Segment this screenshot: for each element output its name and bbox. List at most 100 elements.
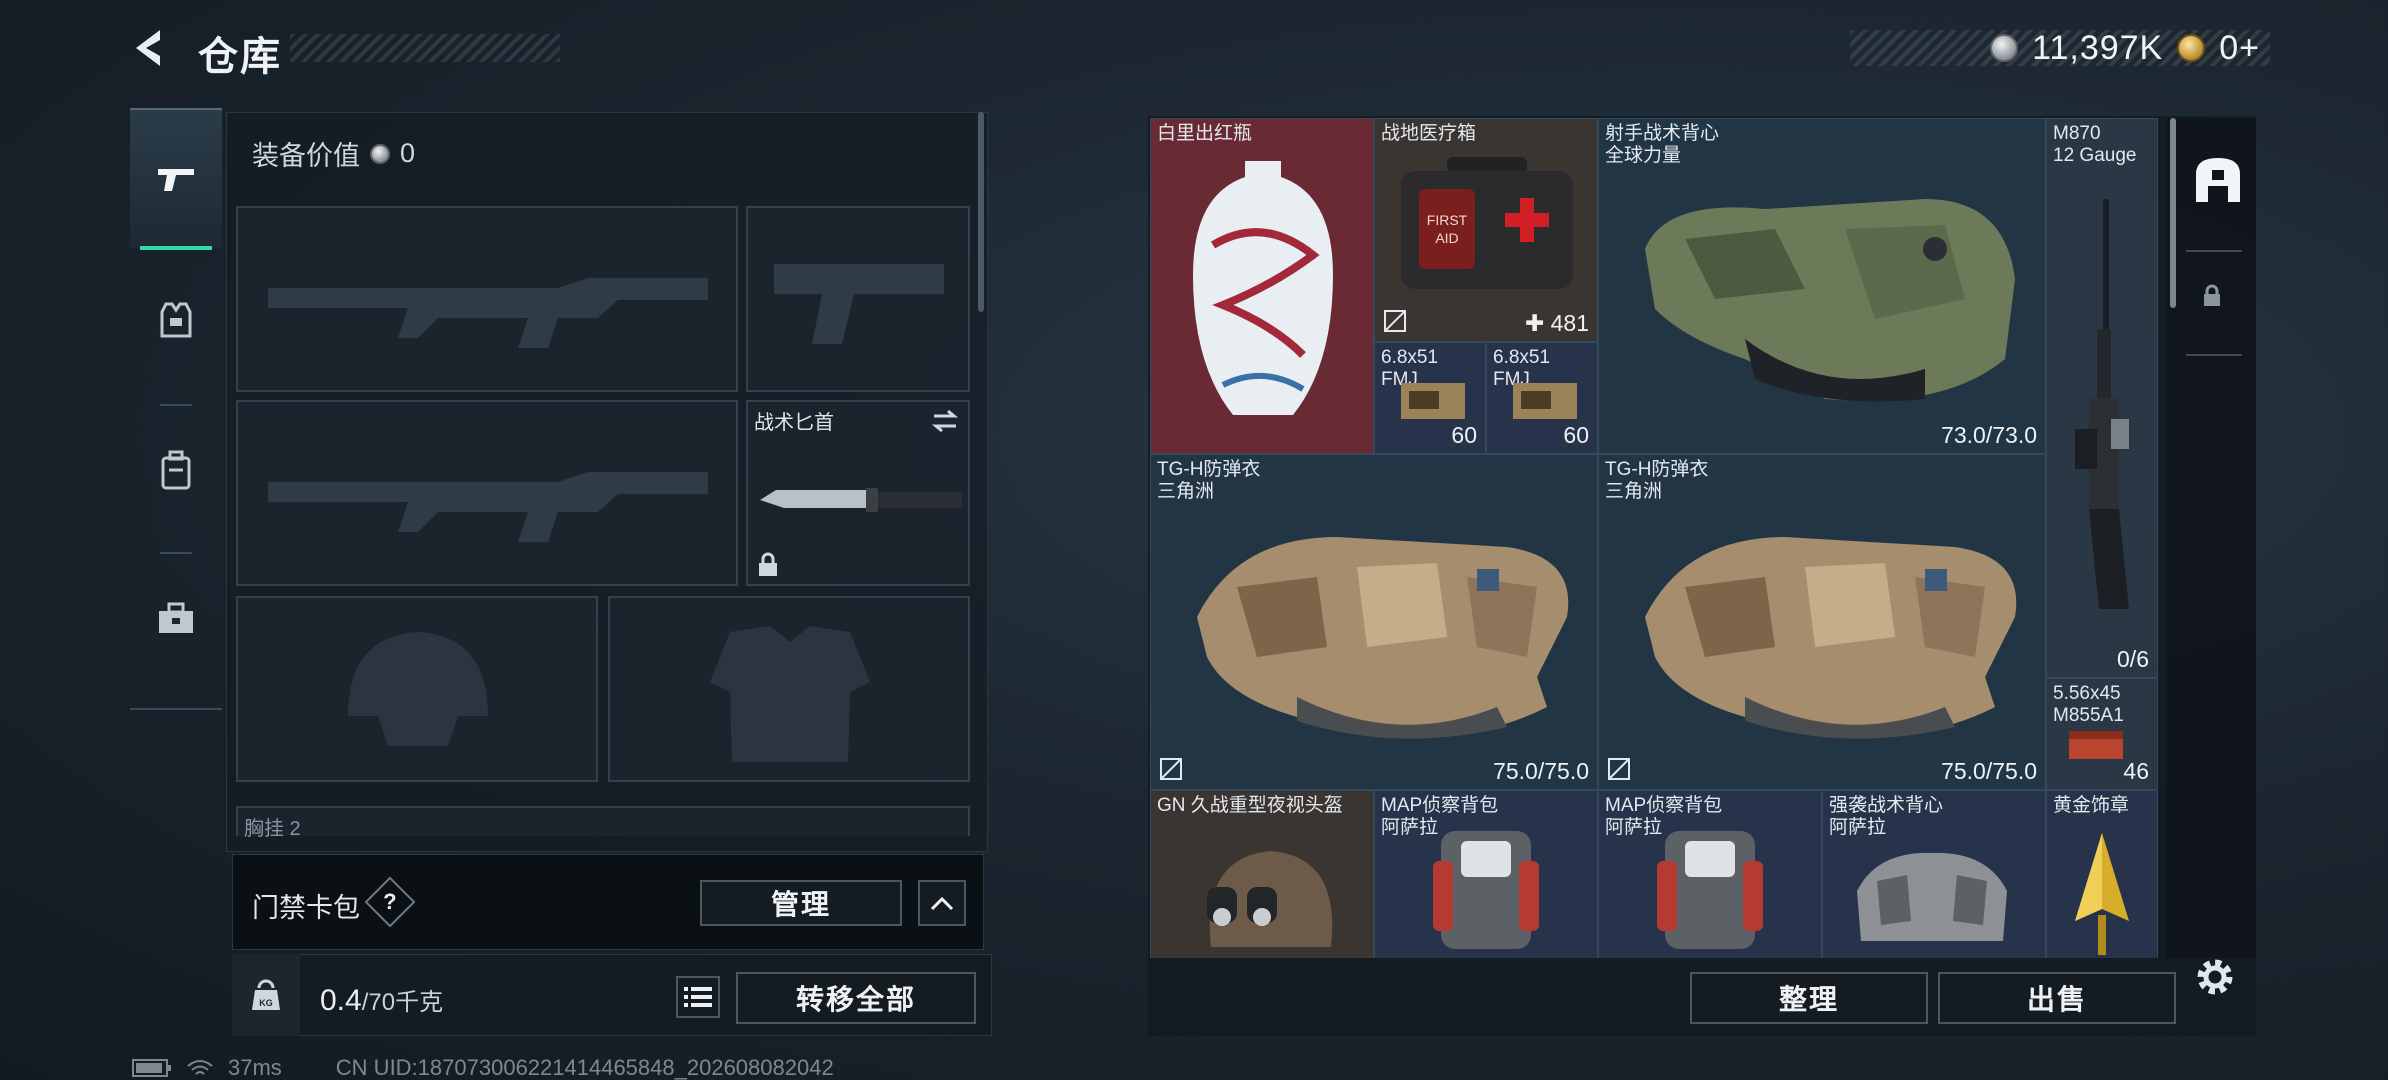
item-count: 481	[1550, 310, 1589, 336]
vest-icon	[160, 302, 192, 338]
item-name: TG-H防弹衣 三角洲	[1157, 459, 1261, 502]
tab-backpack[interactable]	[130, 400, 222, 540]
no-insure-icon	[1384, 310, 1406, 332]
wifi-icon	[187, 1060, 213, 1075]
tab-armor[interactable]	[130, 250, 222, 390]
list-view-button[interactable]	[676, 976, 720, 1018]
manage-button[interactable]: 管理	[700, 880, 902, 926]
item-name: 白里出红瓶	[1157, 123, 1253, 144]
equip-value-label: 装备价值	[252, 141, 360, 171]
primary-weapon-slot[interactable]	[236, 206, 738, 392]
equip-value-amount: 0	[400, 138, 416, 168]
no-insure-icon	[1608, 758, 1630, 780]
secondary-rifle-slot[interactable]	[236, 400, 738, 586]
gear-icon[interactable]	[2192, 954, 2238, 1000]
gold-badge-icon	[2075, 833, 2129, 955]
item-name: 强袭战术背心 阿萨拉	[1829, 795, 1944, 838]
item-map-backpack[interactable]: MAP侦察背包 阿萨拉	[1598, 790, 1822, 958]
item-name: TG-H防弹衣 三角洲	[1605, 459, 1709, 502]
assault-vest-icon	[1857, 852, 2007, 941]
help-glyph: ?	[383, 888, 397, 914]
backpack-icon	[161, 450, 191, 490]
currency-bar: 11,397K 0+	[1850, 28, 2270, 68]
rifle-silhouette-icon	[268, 472, 708, 542]
camo-vest-icon	[1645, 199, 2015, 402]
status-bar: 37ms CN UID:187073006221414465848_202608…	[132, 1055, 834, 1080]
back-arrow-icon[interactable]	[130, 26, 174, 70]
weight-icon-box: KG	[232, 954, 300, 1036]
armor-slot[interactable]	[608, 596, 970, 782]
item-assault-vest[interactable]: 强袭战术背心 阿萨拉	[1822, 790, 2046, 958]
item-tgh-armor[interactable]: TG-H防弹衣 三角洲 75.0/75.0	[1150, 454, 1598, 790]
item-gold-badge[interactable]: 黄金饰章	[2046, 790, 2158, 958]
lock-icon[interactable]	[2202, 284, 2222, 308]
shotgun-icon	[2075, 199, 2129, 609]
stash-sidebar	[2166, 118, 2256, 958]
item-name: 黄金饰章	[2053, 795, 2130, 816]
stash-home-icon[interactable]	[2192, 154, 2244, 206]
camo-armor-icon	[1197, 537, 1569, 739]
item-ammo-68x51[interactable]: 6.8x51 FMJ 60	[1486, 342, 1598, 454]
coin-icon	[370, 143, 390, 164]
item-name: GN 久战重型夜视头盔	[1157, 795, 1343, 816]
svg-text:AID: AID	[1435, 230, 1458, 246]
item-marksman-vest[interactable]: 射手战术背心 全球力量 73.0/73.0	[1598, 118, 2046, 454]
item-ammo: 0/6	[2117, 646, 2149, 672]
item-durability: ✚ 481	[1524, 310, 1589, 336]
camo-armor-icon	[1645, 537, 2017, 739]
sell-button[interactable]: 出售	[1938, 972, 2176, 1024]
svg-text:KG: KG	[259, 998, 273, 1008]
toolbox-icon	[159, 602, 193, 633]
item-name: 战地医疗箱	[1381, 123, 1477, 144]
item-count: 46	[2123, 758, 2149, 784]
svg-text:FIRST: FIRST	[1427, 212, 1468, 228]
item-map-backpack[interactable]: MAP侦察背包 阿萨拉	[1374, 790, 1598, 958]
item-night-vision-helmet[interactable]: GN 久战重型夜视头盔	[1150, 790, 1374, 958]
item-count: 60	[1563, 422, 1589, 448]
helmet-slot[interactable]	[236, 596, 598, 782]
pistol-silhouette-icon	[774, 264, 944, 344]
secondary-weapon-slot[interactable]	[746, 206, 970, 392]
transfer-all-button[interactable]: 转移全部	[736, 972, 976, 1024]
loadout-scrollbar[interactable]	[978, 112, 984, 312]
melee-slot[interactable]: 战术匕首	[746, 400, 970, 586]
item-name: 5.56x45 M855A1	[2053, 683, 2124, 726]
nvg-helmet-icon	[1207, 851, 1333, 947]
ammo-box-icon	[1401, 383, 1465, 419]
helmet-silhouette-icon	[348, 632, 488, 746]
sort-button[interactable]: 整理	[1690, 972, 1928, 1024]
list-icon	[684, 987, 712, 1007]
swap-icon[interactable]	[930, 408, 960, 434]
lock-icon	[759, 552, 777, 576]
collapse-button[interactable]	[918, 880, 966, 926]
backpack-icon	[1433, 831, 1539, 949]
no-insure-icon	[1160, 758, 1182, 780]
item-durability: 73.0/73.0	[1941, 422, 2037, 448]
tab-toolbox[interactable]	[130, 548, 222, 688]
item-name: M870 12 Gauge	[2053, 123, 2137, 166]
premium-coin-icon	[2177, 34, 2206, 62]
currency-main: 11,397K	[2032, 28, 2164, 67]
chest-rig-slot[interactable]: 胸挂 2	[236, 806, 970, 840]
currency-premium[interactable]: 0+	[2219, 29, 2260, 68]
medkit-icon: FIRST AID	[1401, 157, 1573, 289]
item-vase[interactable]: 白里出红瓶	[1150, 118, 1374, 454]
item-ammo-68x51[interactable]: 6.8x51 FMJ 60	[1374, 342, 1486, 454]
tab-weapons[interactable]	[130, 108, 222, 250]
weight-current: 0.4	[320, 984, 362, 1017]
item-first-aid-kit[interactable]: 战地医疗箱 FIRST AID ✚ 481	[1374, 118, 1598, 342]
weight-value: 0.4/70千克	[320, 982, 443, 1018]
porcelain-vase-icon	[1193, 161, 1333, 415]
stash-scrollbar[interactable]	[2170, 118, 2176, 308]
item-ammo-556[interactable]: 5.56x45 M855A1 46	[2046, 678, 2158, 790]
item-tgh-armor[interactable]: TG-H防弹衣 三角洲 75.0/75.0	[1598, 454, 2046, 790]
uid-text: CN UID:187073006221414465848_20260808204…	[335, 1055, 834, 1080]
chevron-up-icon	[930, 896, 954, 911]
title-decoration	[290, 34, 560, 62]
keycard-label: 门禁卡包	[252, 893, 360, 923]
item-durability: 75.0/75.0	[1493, 758, 1589, 784]
item-m870[interactable]: M870 12 Gauge 0/6	[2046, 118, 2158, 678]
battery-icon	[132, 1059, 171, 1077]
item-count: 60	[1451, 422, 1477, 448]
hafbux-coin-icon	[1990, 34, 2019, 62]
